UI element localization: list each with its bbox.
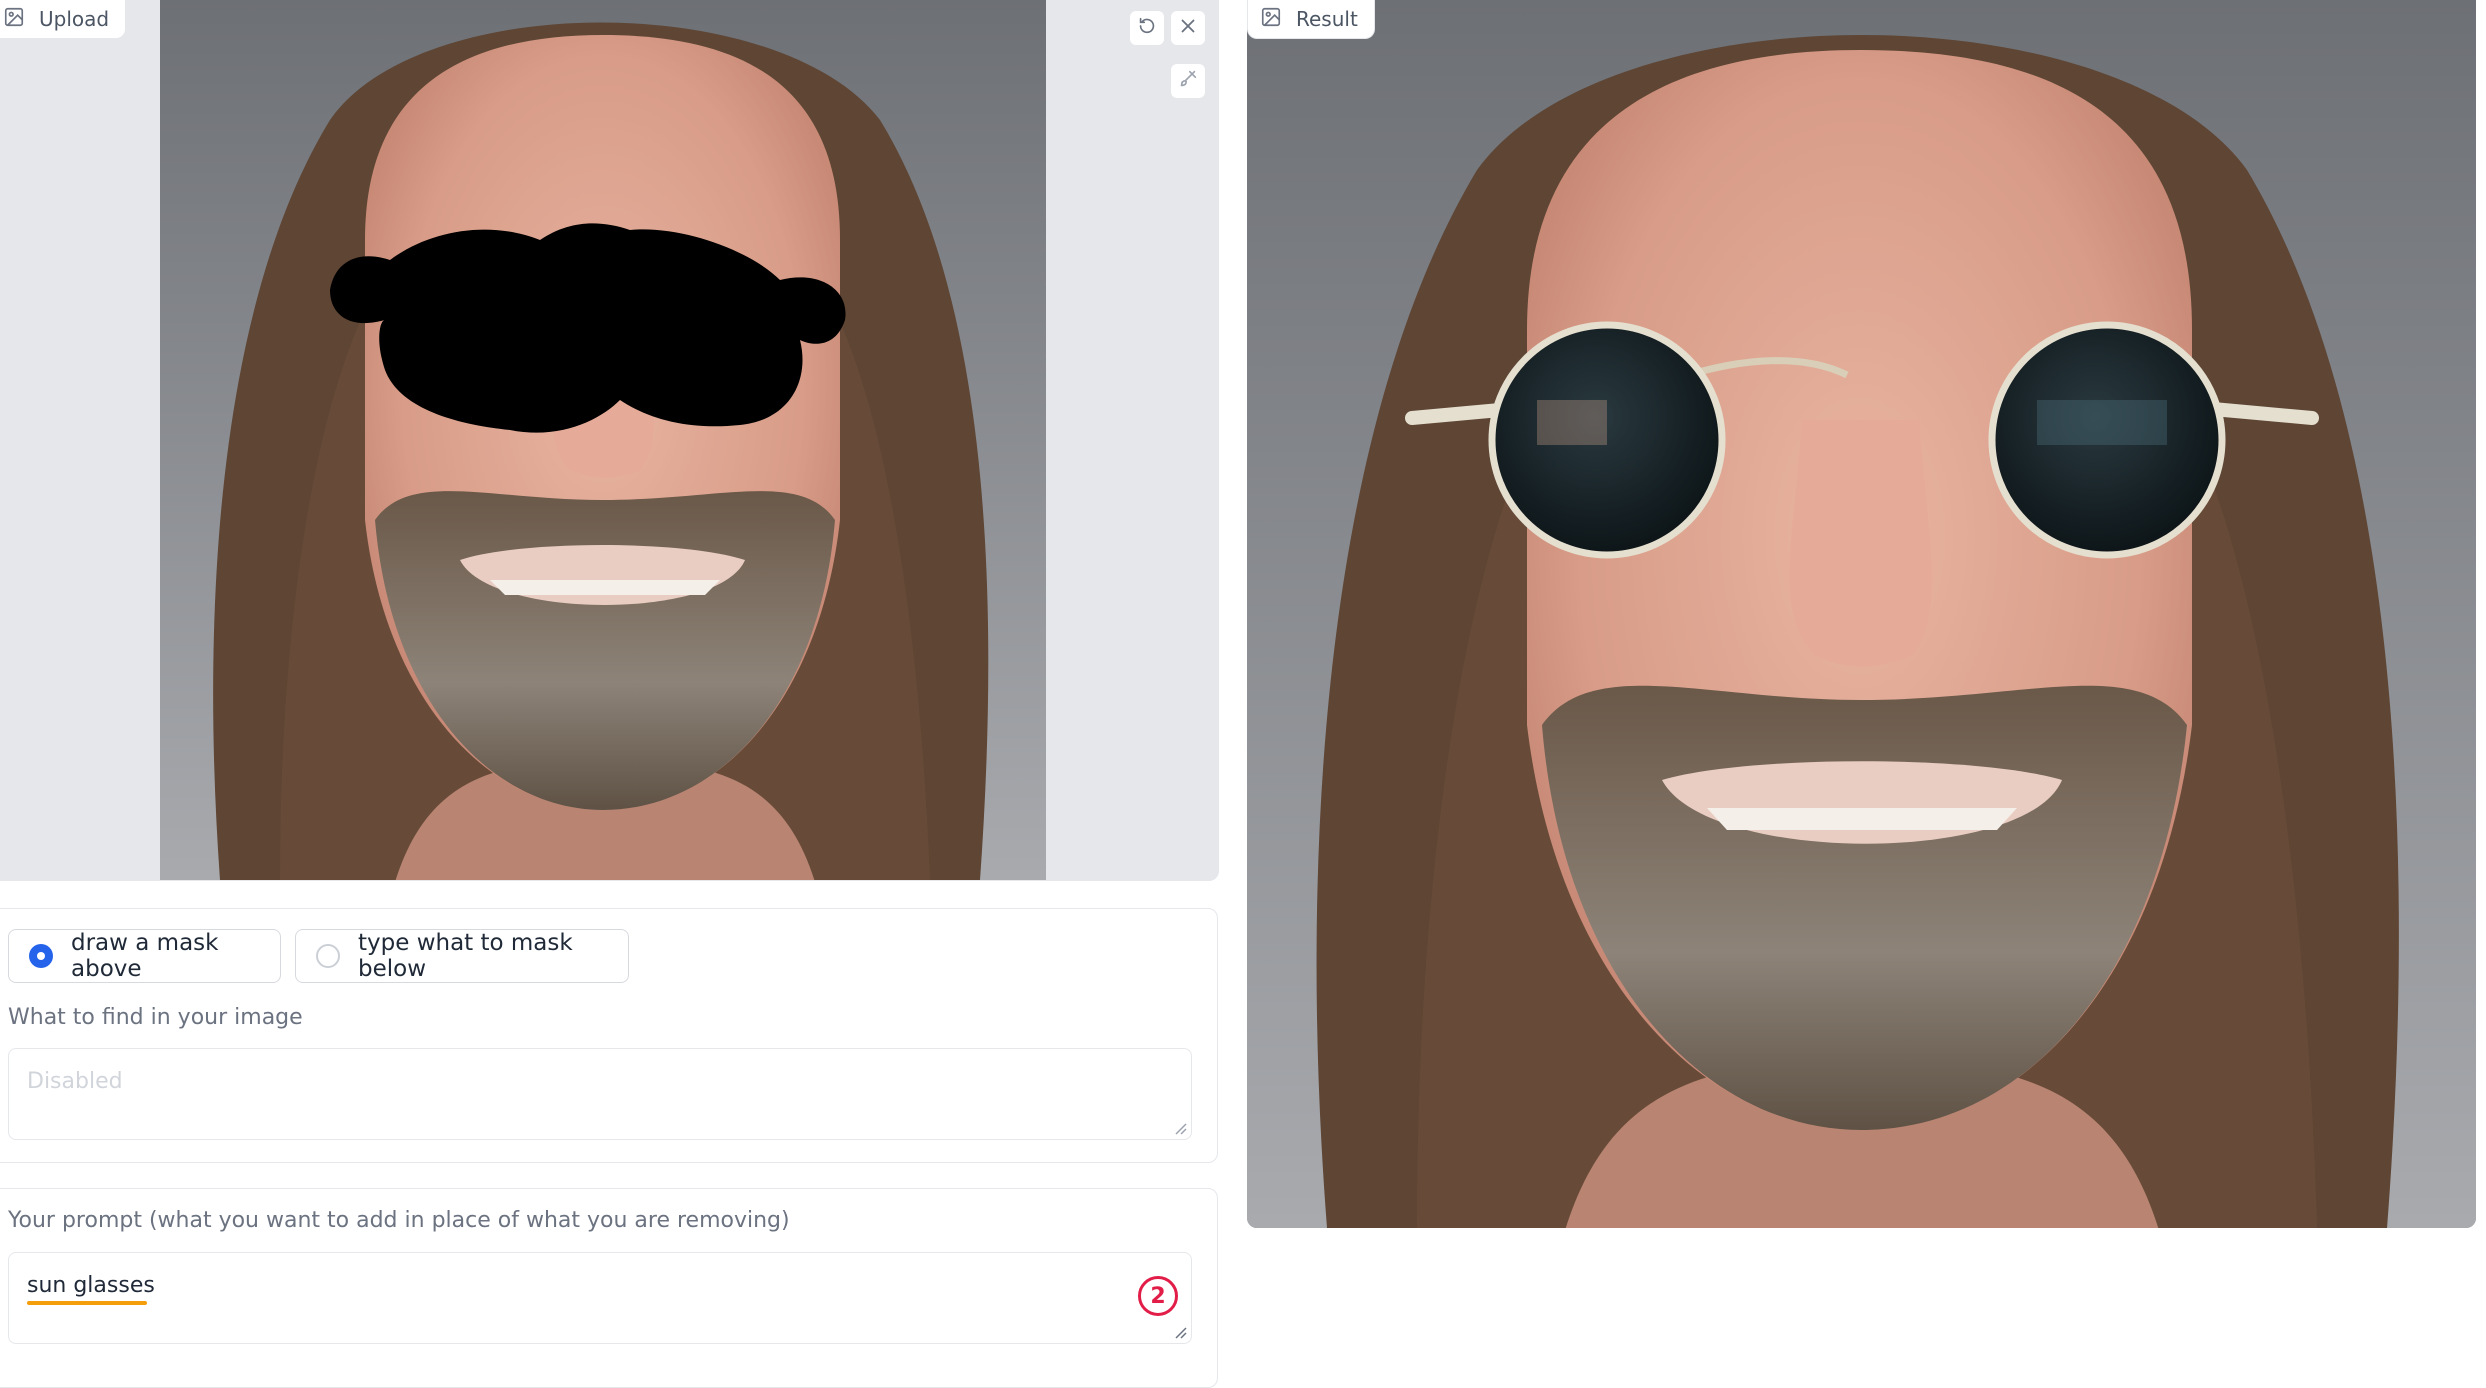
image-icon — [1260, 6, 1282, 33]
radio-unchecked-icon[interactable] — [316, 944, 340, 968]
spellcheck-underline — [27, 1301, 147, 1305]
clear-button[interactable] — [1170, 10, 1206, 46]
portrait-with-mask — [160, 0, 1046, 880]
resize-grip-icon — [1175, 1123, 1187, 1135]
find-label: What to find in your image — [8, 1005, 303, 1030]
radio-draw-mask-label: draw a mask above — [71, 930, 219, 982]
image-icon — [3, 6, 25, 33]
radio-checked-icon[interactable] — [29, 944, 53, 968]
result-tag-label: Result — [1296, 7, 1358, 31]
result-tag: Result — [1247, 0, 1375, 39]
radio-draw-mask[interactable]: draw a mask above — [8, 929, 281, 983]
prompt-label: Your prompt (what you want to add in pla… — [8, 1208, 790, 1233]
resize-grip-icon[interactable] — [1169, 1321, 1187, 1339]
undo-icon — [1136, 15, 1158, 41]
prompt-value: sun glasses — [27, 1273, 155, 1298]
prompt-input[interactable]: sun glasses 2 — [8, 1252, 1192, 1344]
brush-button[interactable] — [1170, 63, 1206, 99]
brush-icon — [1177, 68, 1199, 94]
grammar-badge[interactable]: 2 — [1138, 1276, 1178, 1316]
radio-type-mask-label: type what to mask below — [358, 930, 573, 982]
find-placeholder: Disabled — [27, 1069, 123, 1094]
undo-button[interactable] — [1129, 10, 1165, 46]
upload-panel[interactable]: Upload — [0, 0, 1219, 881]
result-image — [1247, 0, 2476, 1228]
portrait-with-sunglasses — [1247, 0, 2476, 1228]
upload-tag-label: Upload — [39, 7, 110, 31]
upload-tag: Upload — [0, 0, 127, 39]
close-icon — [1177, 15, 1199, 41]
upload-image-canvas[interactable] — [160, 0, 1046, 880]
radio-type-mask[interactable]: type what to mask below — [295, 929, 629, 983]
find-input: Disabled — [8, 1048, 1192, 1140]
